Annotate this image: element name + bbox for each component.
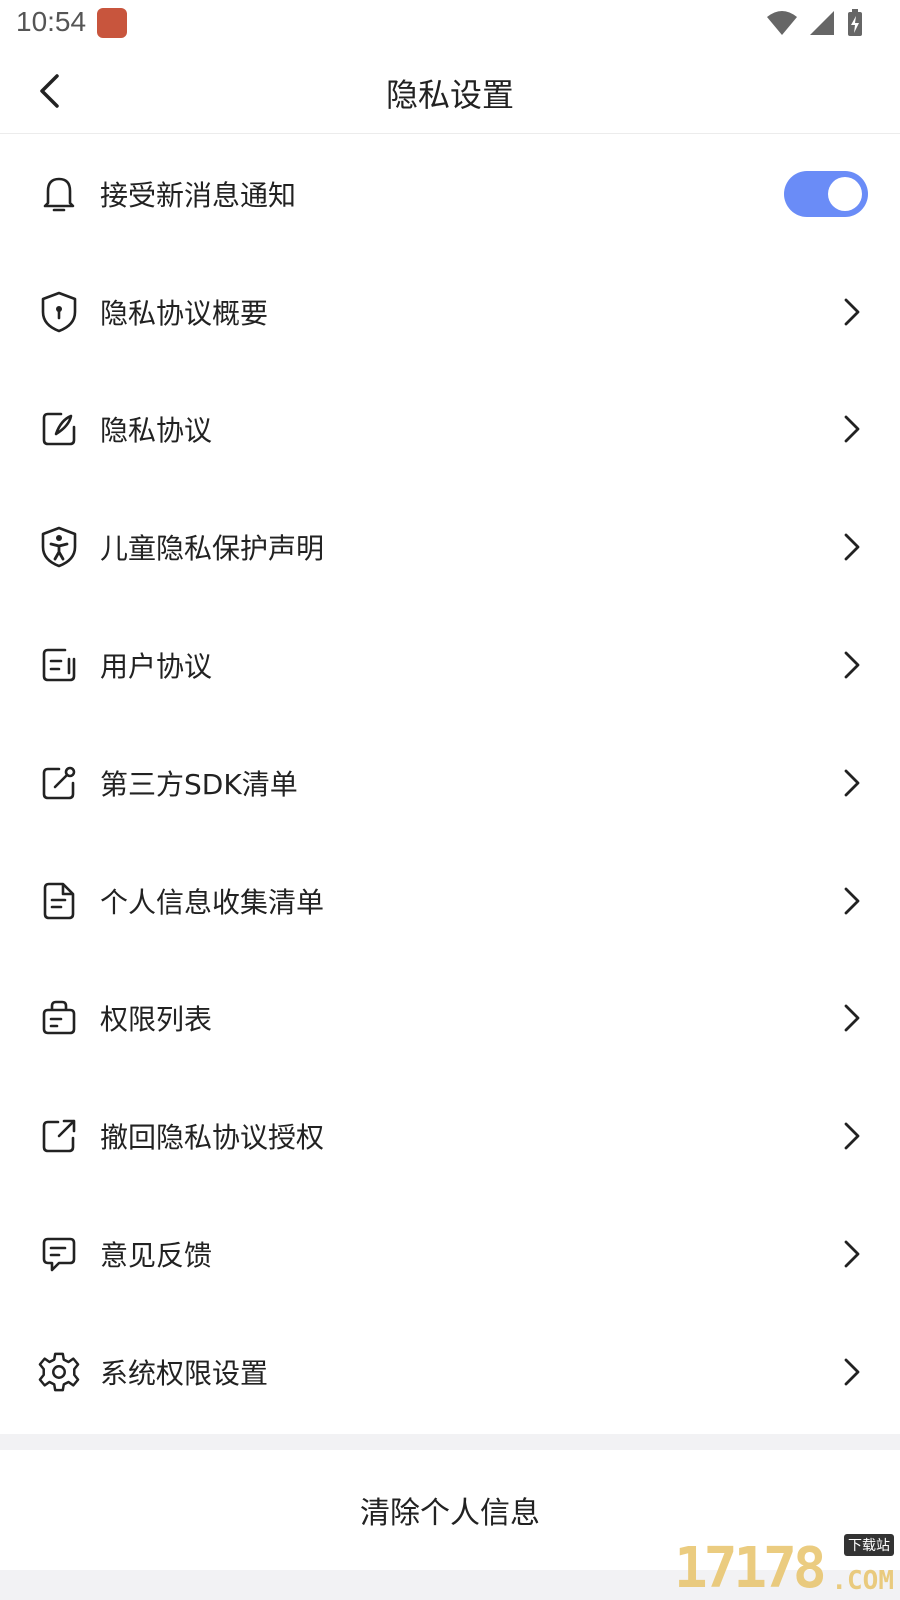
chevron-right-icon bbox=[840, 295, 864, 329]
section-divider bbox=[0, 1434, 900, 1450]
status-time: 10:54 bbox=[16, 6, 87, 37]
row-permission-list[interactable]: 权限列表 bbox=[0, 960, 900, 1078]
document-icon bbox=[38, 644, 80, 686]
row-label: 隐私协议 bbox=[100, 414, 213, 448]
shield-lock-icon bbox=[38, 291, 80, 333]
app-notification-icon bbox=[97, 8, 127, 38]
row-label: 权限列表 bbox=[100, 1003, 213, 1037]
row-label: 撤回隐私协议授权 bbox=[100, 1121, 325, 1155]
row-privacy-policy[interactable]: 隐私协议 bbox=[0, 371, 900, 489]
message-icon bbox=[38, 1233, 80, 1275]
chevron-right-icon bbox=[840, 530, 864, 564]
row-third-party-sdk-list[interactable]: 第三方SDK清单 bbox=[0, 724, 900, 842]
row-label: 个人信息收集清单 bbox=[100, 885, 325, 919]
chevron-right-icon bbox=[840, 648, 864, 682]
row-new-message-notification: 接受新消息通知 bbox=[0, 135, 900, 253]
bell-icon bbox=[38, 173, 80, 215]
row-personal-info-collection-list[interactable]: 个人信息收集清单 bbox=[0, 842, 900, 960]
row-system-permission-settings[interactable]: 系统权限设置 bbox=[0, 1313, 900, 1431]
bag-list-icon bbox=[38, 997, 80, 1039]
edit-note-icon bbox=[38, 408, 80, 450]
battery-charging-icon bbox=[848, 9, 862, 36]
toggle-knob bbox=[828, 176, 862, 211]
row-label: 意见反馈 bbox=[100, 1239, 213, 1273]
status-icons bbox=[766, 8, 864, 38]
chevron-right-icon bbox=[840, 766, 864, 800]
row-revoke-privacy-authorization[interactable]: 撤回隐私协议授权 bbox=[0, 1077, 900, 1195]
nav-bar: 隐私设置 bbox=[0, 48, 900, 134]
edit-box-icon bbox=[38, 762, 80, 804]
file-list-icon bbox=[38, 880, 80, 922]
chevron-right-icon bbox=[840, 1119, 864, 1153]
chevron-right-icon bbox=[840, 1001, 864, 1035]
share-out-icon bbox=[38, 1115, 80, 1157]
chevron-right-icon bbox=[840, 1355, 864, 1389]
row-label: 系统权限设置 bbox=[100, 1356, 269, 1390]
settings-list: 接受新消息通知 隐私协议概要 隐私协议 儿童隐私保护声明 用户协议 第三方SDK… bbox=[0, 135, 900, 1431]
row-user-agreement[interactable]: 用户协议 bbox=[0, 606, 900, 724]
row-label: 儿童隐私保护声明 bbox=[100, 532, 325, 566]
watermark-tag: 下载站 bbox=[844, 1534, 894, 1556]
site-watermark: 17178 下载站 .COM bbox=[670, 1530, 900, 1600]
chevron-right-icon bbox=[840, 412, 864, 446]
row-privacy-summary[interactable]: 隐私协议概要 bbox=[0, 253, 900, 371]
status-bar: 10:54 bbox=[0, 0, 900, 48]
row-label: 接受新消息通知 bbox=[100, 178, 297, 212]
cellular-signal-icon bbox=[810, 11, 834, 35]
row-label: 用户协议 bbox=[100, 650, 213, 684]
wifi-icon bbox=[767, 11, 797, 35]
watermark-suffix: .COM bbox=[831, 1566, 894, 1596]
row-children-privacy[interactable]: 儿童隐私保护声明 bbox=[0, 488, 900, 606]
chevron-right-icon bbox=[840, 1237, 864, 1271]
page-title: 隐私设置 bbox=[385, 76, 514, 114]
notification-toggle[interactable] bbox=[784, 170, 868, 217]
watermark-number: 17178 bbox=[674, 1536, 827, 1600]
chevron-right-icon bbox=[840, 884, 864, 918]
row-label: 隐私协议概要 bbox=[100, 296, 269, 330]
gear-icon bbox=[38, 1351, 80, 1393]
row-label: 第三方SDK清单 bbox=[100, 767, 298, 801]
child-shield-icon bbox=[38, 526, 80, 568]
row-feedback[interactable]: 意见反馈 bbox=[0, 1195, 900, 1313]
